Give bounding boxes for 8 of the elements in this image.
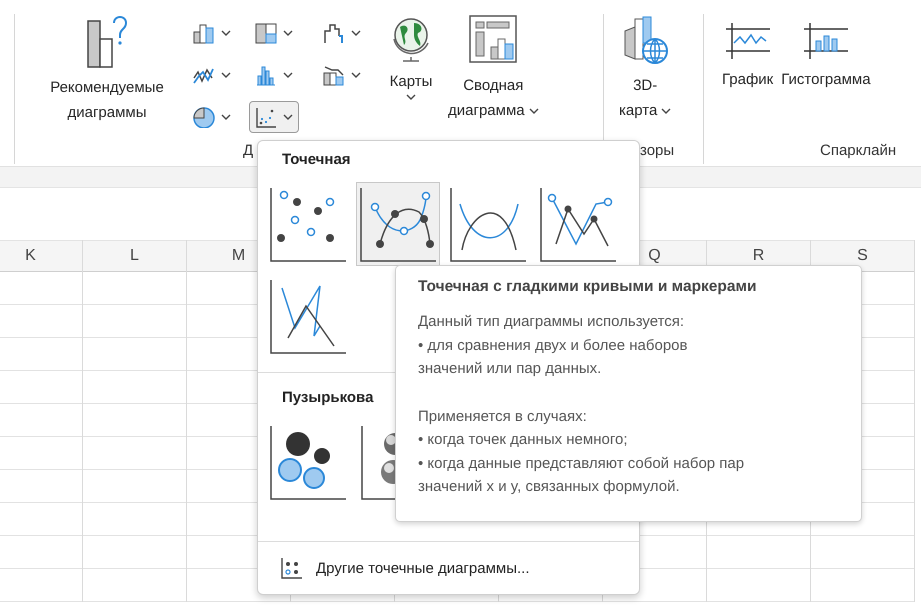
section-title: Пузырькова: [281, 389, 374, 406]
tooltip-title: Точечная с гладкими кривыми и маркерами: [418, 278, 758, 296]
group-label: Спарклайн: [820, 142, 896, 159]
tooltip-text: Применяется в случаях: • когда точек данных немного; • когда данные представляют собой набор пар значений x и y, связанных формулой.: [418, 406, 746, 497]
group-label: зоры: [640, 142, 674, 159]
section-title: Точечная: [281, 151, 352, 168]
tooltip-text: Данный тип диаграммы используется: • для сравнения двух и более наборов значений или пар данных.: [418, 312, 688, 379]
group-label: Д: [243, 142, 254, 159]
